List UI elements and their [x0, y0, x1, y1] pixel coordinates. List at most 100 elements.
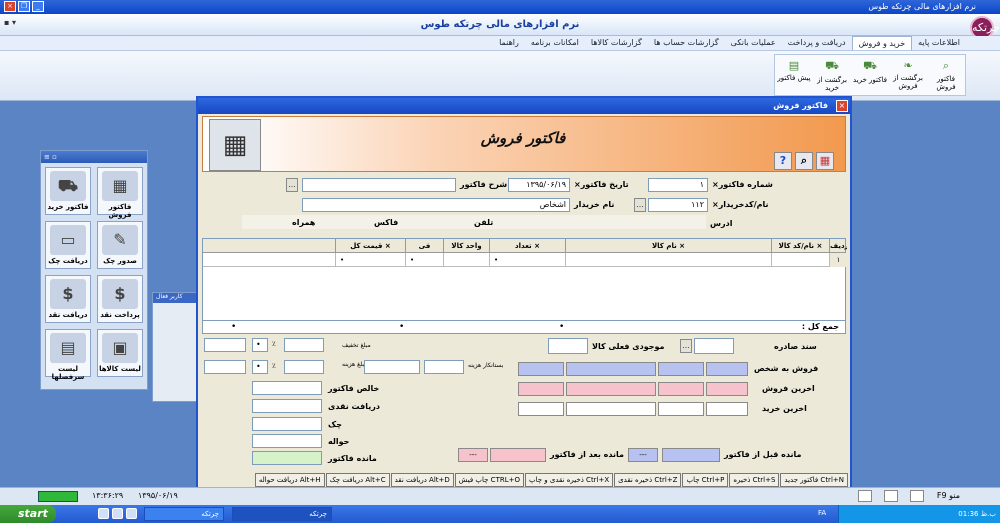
- menu-item-goods-reports[interactable]: گزارشات کالاها: [585, 36, 648, 50]
- search-icon[interactable]: ⌕: [795, 152, 813, 170]
- tile-pay-cash[interactable]: $ پرداخت نقد: [97, 275, 143, 323]
- pen-icon: ✎: [102, 225, 138, 255]
- discount-percent-input[interactable]: •: [252, 338, 268, 352]
- cost-creditor-label: بستانکار هزینه: [468, 362, 504, 369]
- tile-receive-cash[interactable]: $ دریافت نقد: [45, 275, 91, 323]
- transfer-input[interactable]: [252, 434, 322, 448]
- quicklaunch-icon[interactable]: [98, 508, 109, 519]
- ribbon-purchase-invoice-button[interactable]: ⛟ فاکتور خرید: [851, 55, 889, 95]
- taskbar-item-active[interactable]: چرتکه: [232, 507, 332, 521]
- close-icon[interactable]: ×: [4, 1, 16, 12]
- leaf-icon: ❧: [903, 59, 913, 72]
- invoice-no-input[interactable]: ۱: [648, 178, 708, 192]
- menu-item-bank[interactable]: عملیات بانکی: [725, 36, 782, 50]
- boxes-icon: ▣: [102, 333, 138, 363]
- col-row: ردیف: [829, 239, 847, 253]
- discount-amount-input[interactable]: [284, 338, 324, 352]
- sale-invoice-dialog: فاکتور فروش × ▦ فاکتور فروش ? ⌕ ▦ شماره …: [196, 96, 852, 505]
- print-button[interactable]: چاپ Ctrl+P: [682, 473, 729, 487]
- menu-item-receive-pay[interactable]: دریافت و پرداخت: [782, 36, 852, 50]
- quicklaunch-icon[interactable]: [112, 508, 123, 519]
- mobile-label: همراه: [292, 218, 316, 227]
- last-purchase-box-4: [518, 402, 564, 416]
- fax-label: فاکس: [374, 218, 399, 227]
- help-icon[interactable]: ?: [774, 152, 792, 170]
- last-sale-box-2: [658, 382, 704, 396]
- ribbon-group: ⌕ فاکتور فروش ❧ برگشت از فروش ⛟ فاکتور خرید…: [774, 54, 966, 96]
- status-box-1[interactable]: [858, 490, 872, 502]
- print-receipt-button[interactable]: چاپ فیش CTRL+O: [454, 473, 524, 487]
- invoice-items-grid[interactable]: ردیف نام/کد کالا × نام کالا × تعداد × وا…: [202, 238, 847, 328]
- invoice-desc-input[interactable]: [302, 178, 456, 192]
- tile-sale-invoice[interactable]: ▦ فاکتور فروش: [97, 167, 143, 219]
- taskbar-item[interactable]: چرتکه: [144, 507, 224, 521]
- receive-check-button[interactable]: دریافت چک Alt+C: [325, 473, 390, 487]
- cost-creditor-input[interactable]: [424, 360, 464, 374]
- before-balance-dash: ---: [628, 448, 658, 462]
- save-cash-button[interactable]: ذخیره نقدی Ctrl+Z: [614, 473, 682, 487]
- ribbon-sale-invoice-button[interactable]: ⌕ فاکتور فروش: [927, 55, 965, 95]
- taskbar: start چرتکه چرتکه FA 01:36 ب.ظ: [0, 505, 1000, 523]
- customer-lookup-button[interactable]: …: [634, 198, 646, 212]
- close-icon[interactable]: ×: [836, 100, 848, 112]
- ribbon: ⌕ فاکتور فروش ❧ برگشت از فروش ⛟ فاکتور خرید…: [0, 51, 1000, 101]
- tile-goods-list[interactable]: ▣ لیست کالاها: [97, 329, 143, 377]
- quicklaunch-icon[interactable]: [126, 508, 137, 519]
- tile-receive-check[interactable]: ▭ دریافت چک: [45, 221, 91, 269]
- sale-to-person-box-3: [566, 362, 656, 376]
- buyer-name-input[interactable]: اشخاص: [302, 198, 570, 212]
- grid-header: ردیف نام/کد کالا × نام کالا × تعداد × وا…: [203, 239, 847, 253]
- status-box-3[interactable]: [910, 490, 924, 502]
- discount-label: مبلغ تخفیف: [342, 342, 371, 349]
- desc-lookup-button[interactable]: …: [286, 178, 298, 192]
- save-cash-print-button[interactable]: ذخیره نقدی و چاپ Ctrl+X: [524, 473, 614, 487]
- minimize-icon[interactable]: _: [32, 1, 44, 12]
- menu-item-tools[interactable]: امکانات برنامه: [525, 36, 585, 50]
- col-unit: واحد کالا: [443, 239, 489, 253]
- ribbon-sale-return-button[interactable]: ❧ برگشت از فروش: [889, 55, 927, 95]
- language-indicator[interactable]: FA: [818, 509, 826, 517]
- ribbon-proforma-button[interactable]: ▤ پیش فاکتور: [775, 55, 813, 95]
- toolbar: ? ⌕ ▦: [774, 152, 834, 170]
- document-icon: ▤: [788, 59, 800, 72]
- tile-accounts-list[interactable]: ▤ لیست سرفصلها: [45, 329, 91, 381]
- tile-purchase-invoice[interactable]: ⛟ فاکتور خرید: [45, 167, 91, 215]
- customer-code-input[interactable]: ۱۱۲: [648, 198, 708, 212]
- total-extra: •: [231, 322, 237, 332]
- check-input[interactable]: [252, 417, 322, 431]
- cost-creditor-extra-input[interactable]: [364, 360, 420, 374]
- receive-cash-button[interactable]: دریافت نقد Alt+D: [390, 473, 454, 487]
- save-button[interactable]: ذخیره Ctrl+S: [729, 473, 780, 487]
- table-row[interactable]: ۱ • • •: [203, 253, 847, 267]
- menu-item-help[interactable]: راهنما: [493, 36, 525, 50]
- last-purchase-label: اخرین خرید: [762, 404, 807, 413]
- cost-amount-input[interactable]: [284, 360, 324, 374]
- status-box-2[interactable]: [884, 490, 898, 502]
- menu-bar: اطلاعات پایه خرید و فروش دریافت و پرداخت…: [0, 36, 1000, 51]
- restore-icon[interactable]: ❐: [18, 1, 30, 12]
- after-balance-label: مانده بعد از فاکتور: [550, 450, 624, 459]
- cost-extra-input[interactable]: [204, 360, 246, 374]
- new-invoice-button[interactable]: فاکتور جدید Ctrl+N: [780, 473, 848, 487]
- discount-extra-input[interactable]: [204, 338, 246, 352]
- cash-input[interactable]: [252, 399, 322, 413]
- cost-percent-input[interactable]: •: [252, 360, 268, 374]
- transfer-label: حواله: [328, 437, 350, 446]
- menu-item-buy-sell[interactable]: خرید و فروش: [851, 36, 913, 50]
- tile-issue-check[interactable]: ✎ صدور چک: [97, 221, 143, 269]
- shortcut-bar: فاکتور جدید Ctrl+N ذخیره Ctrl+S چاپ Ctrl…: [196, 473, 852, 487]
- ribbon-purchase-return-button[interactable]: ⛟ برگشت از خرید: [813, 55, 851, 95]
- receive-transfer-button[interactable]: دریافت حواله Alt+H: [254, 473, 325, 487]
- menu-item-account-reports[interactable]: گزارشات حساب ها: [648, 36, 725, 50]
- menu-chevron-icon[interactable]: ▪ ▾: [4, 18, 16, 27]
- menu-item-base-info[interactable]: اطلاعات پایه: [912, 36, 966, 50]
- window-title: نرم افزارهای مالی چرتکه طوس: [868, 2, 976, 11]
- buyer-name-label: نام خریدار: [574, 200, 615, 209]
- window-controls: × ❐ _: [4, 1, 44, 12]
- status-time: ۱۳:۳۶:۲۹: [92, 491, 124, 500]
- issued-doc-button[interactable]: …: [680, 339, 692, 353]
- start-button[interactable]: start: [0, 505, 56, 523]
- invoice-date-input[interactable]: ۱۳۹۵/۰۶/۱۹: [508, 178, 570, 192]
- issued-doc-input[interactable]: [694, 338, 734, 354]
- calculator-icon[interactable]: ▦: [816, 152, 834, 170]
